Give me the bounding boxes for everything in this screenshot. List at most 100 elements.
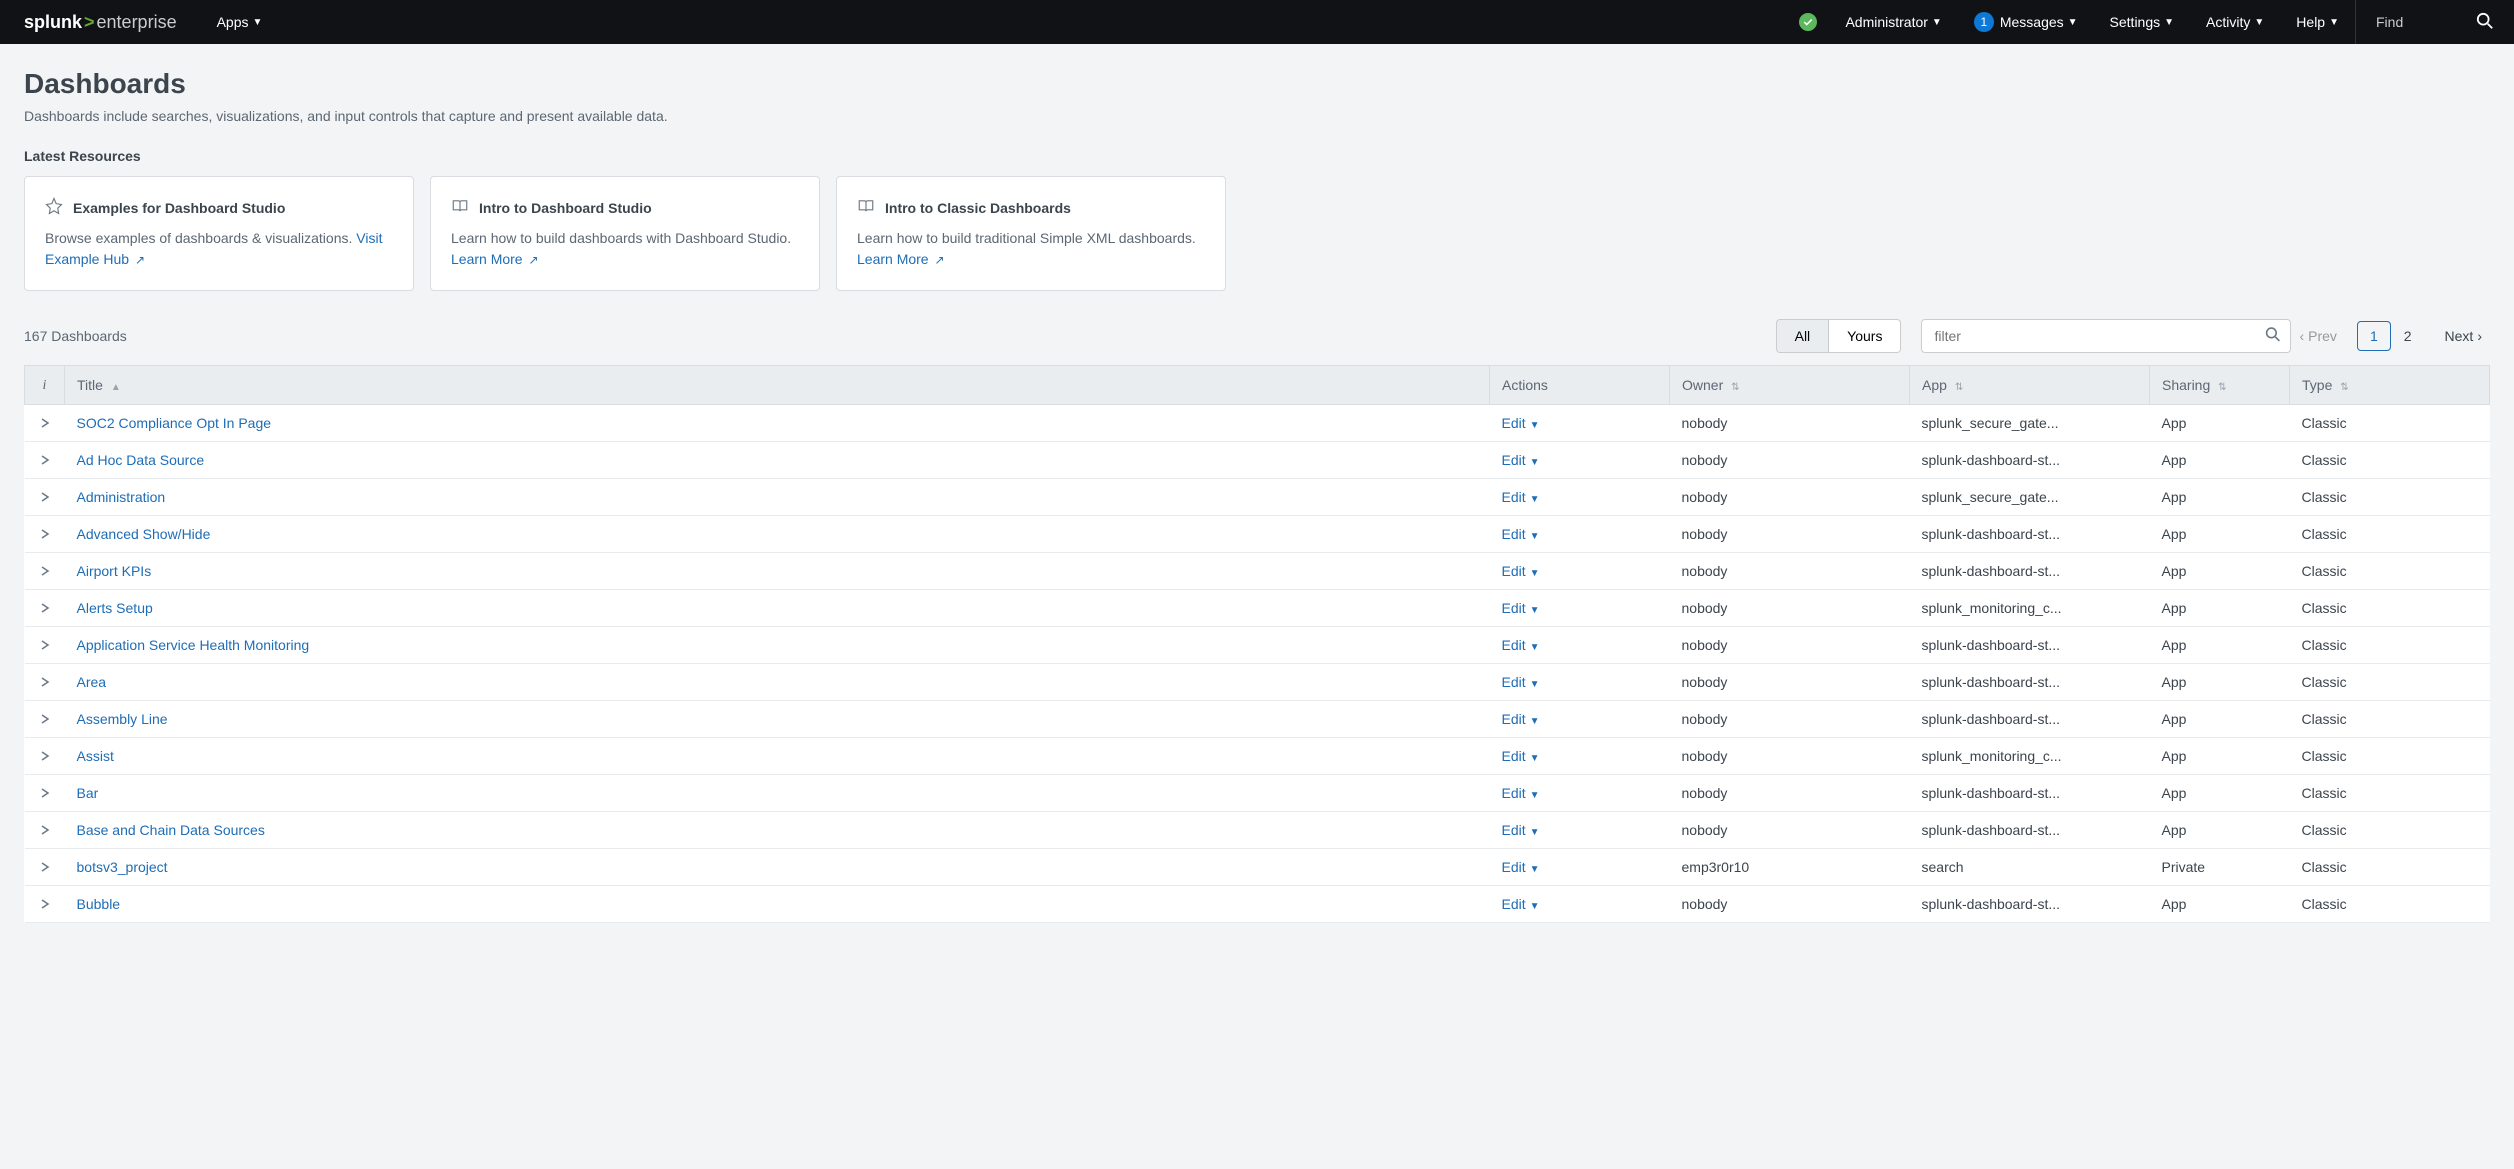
expand-row-button[interactable] [25, 479, 65, 516]
dashboard-link[interactable]: Assembly Line [77, 711, 168, 727]
row-actions: Edit▼ [1490, 738, 1670, 775]
expand-row-button[interactable] [25, 405, 65, 442]
edit-dropdown[interactable]: Edit▼ [1502, 489, 1540, 505]
dashboard-link[interactable]: Bar [77, 785, 99, 801]
edit-dropdown[interactable]: Edit▼ [1502, 452, 1540, 468]
next-page-button[interactable]: Next › [2437, 322, 2490, 350]
edit-dropdown[interactable]: Edit▼ [1502, 415, 1540, 431]
status-ok-icon[interactable] [1799, 13, 1817, 31]
administrator-menu[interactable]: Administrator▼ [1829, 0, 1957, 44]
row-actions: Edit▼ [1490, 886, 1670, 923]
caret-down-icon: ▼ [1530, 531, 1540, 542]
prev-page-button: ‹ Prev [2291, 322, 2344, 350]
row-actions: Edit▼ [1490, 812, 1670, 849]
settings-menu[interactable]: Settings▼ [2094, 0, 2191, 44]
row-app: splunk-dashboard-st... [1910, 812, 2150, 849]
edit-dropdown[interactable]: Edit▼ [1502, 526, 1540, 542]
expand-row-button[interactable] [25, 442, 65, 479]
col-type[interactable]: Type ⇅ [2290, 366, 2490, 405]
brand-logo[interactable]: splunk>enterprise [0, 12, 201, 33]
caret-down-icon: ▼ [1530, 642, 1540, 653]
row-owner: nobody [1670, 442, 1910, 479]
row-actions: Edit▼ [1490, 553, 1670, 590]
dashboard-link[interactable]: Assist [77, 748, 114, 764]
col-title[interactable]: Title ▲ [65, 366, 1490, 405]
search-icon[interactable] [2265, 327, 2281, 346]
row-title: Bubble [65, 886, 1490, 923]
card-body: Learn how to build traditional Simple XM… [857, 228, 1205, 270]
help-label: Help [2296, 14, 2325, 30]
find-input[interactable] [2376, 14, 2456, 30]
filter-input[interactable] [1921, 319, 2291, 353]
page-number-2[interactable]: 2 [2391, 321, 2425, 351]
apps-menu[interactable]: Apps▼ [201, 0, 279, 44]
edit-dropdown[interactable]: Edit▼ [1502, 748, 1540, 764]
dashboard-link[interactable]: Application Service Health Monitoring [77, 637, 310, 653]
edit-dropdown[interactable]: Edit▼ [1502, 563, 1540, 579]
edit-dropdown[interactable]: Edit▼ [1502, 859, 1540, 875]
expand-row-button[interactable] [25, 849, 65, 886]
dashboard-link[interactable]: Alerts Setup [77, 600, 153, 616]
col-sharing[interactable]: Sharing ⇅ [2150, 366, 2290, 405]
card-link[interactable]: Learn More ↗ [857, 251, 945, 267]
col-owner[interactable]: Owner ⇅ [1670, 366, 1910, 405]
card-link[interactable]: Visit Example Hub ↗ [45, 230, 382, 267]
row-owner: nobody [1670, 886, 1910, 923]
dashboard-link[interactable]: SOC2 Compliance Opt In Page [77, 415, 272, 431]
col-info: i [25, 366, 65, 405]
row-app: splunk-dashboard-st... [1910, 701, 2150, 738]
row-sharing: App [2150, 812, 2290, 849]
edit-dropdown[interactable]: Edit▼ [1502, 711, 1540, 727]
edit-dropdown[interactable]: Edit▼ [1502, 785, 1540, 801]
expand-row-button[interactable] [25, 553, 65, 590]
messages-menu[interactable]: 1 Messages▼ [1958, 0, 2094, 44]
settings-label: Settings [2110, 14, 2161, 30]
expand-row-button[interactable] [25, 516, 65, 553]
edit-dropdown[interactable]: Edit▼ [1502, 674, 1540, 690]
row-app: splunk-dashboard-st... [1910, 664, 2150, 701]
col-app[interactable]: App ⇅ [1910, 366, 2150, 405]
edit-dropdown[interactable]: Edit▼ [1502, 600, 1540, 616]
messages-label: Messages [2000, 14, 2064, 30]
expand-row-button[interactable] [25, 886, 65, 923]
dashboard-link[interactable]: Base and Chain Data Sources [77, 822, 265, 838]
dashboard-link[interactable]: Bubble [77, 896, 121, 912]
dashboard-link[interactable]: Administration [77, 489, 166, 505]
dashboard-link[interactable]: Area [77, 674, 107, 690]
edit-dropdown[interactable]: Edit▼ [1502, 896, 1540, 912]
dashboard-link[interactable]: Advanced Show/Hide [77, 526, 211, 542]
row-sharing: App [2150, 886, 2290, 923]
card-body: Browse examples of dashboards & visualiz… [45, 228, 393, 270]
activity-menu[interactable]: Activity▼ [2190, 0, 2280, 44]
owner-filter-segment: All Yours [1776, 319, 1902, 353]
col-owner-label: Owner [1682, 377, 1723, 393]
dashboard-count: 167 Dashboards [24, 328, 127, 344]
help-menu[interactable]: Help▼ [2280, 0, 2355, 44]
edit-dropdown[interactable]: Edit▼ [1502, 822, 1540, 838]
table-row: AdministrationEdit▼nobodysplunk_secure_g… [25, 479, 2490, 516]
expand-row-button[interactable] [25, 812, 65, 849]
expand-row-button[interactable] [25, 701, 65, 738]
sort-icon: ⇅ [2218, 382, 2226, 393]
expand-row-button[interactable] [25, 775, 65, 812]
row-owner: nobody [1670, 405, 1910, 442]
filter-yours-button[interactable]: Yours [1829, 319, 1901, 353]
row-sharing: App [2150, 775, 2290, 812]
page-number-1[interactable]: 1 [2357, 321, 2391, 351]
card-link[interactable]: Learn More ↗ [451, 251, 539, 267]
dashboard-link[interactable]: botsv3_project [77, 859, 168, 875]
expand-row-button[interactable] [25, 738, 65, 775]
global-find[interactable] [2355, 0, 2514, 44]
dashboard-link[interactable]: Ad Hoc Data Source [77, 452, 205, 468]
row-actions: Edit▼ [1490, 590, 1670, 627]
edit-dropdown[interactable]: Edit▼ [1502, 637, 1540, 653]
expand-row-button[interactable] [25, 627, 65, 664]
dashboard-link[interactable]: Airport KPIs [77, 563, 152, 579]
filter-all-button[interactable]: All [1776, 319, 1830, 353]
caret-down-icon: ▼ [1530, 679, 1540, 690]
expand-row-button[interactable] [25, 664, 65, 701]
expand-row-button[interactable] [25, 590, 65, 627]
card-title: Intro to Dashboard Studio [451, 197, 799, 218]
search-icon[interactable] [2476, 12, 2494, 33]
row-app: splunk-dashboard-st... [1910, 627, 2150, 664]
